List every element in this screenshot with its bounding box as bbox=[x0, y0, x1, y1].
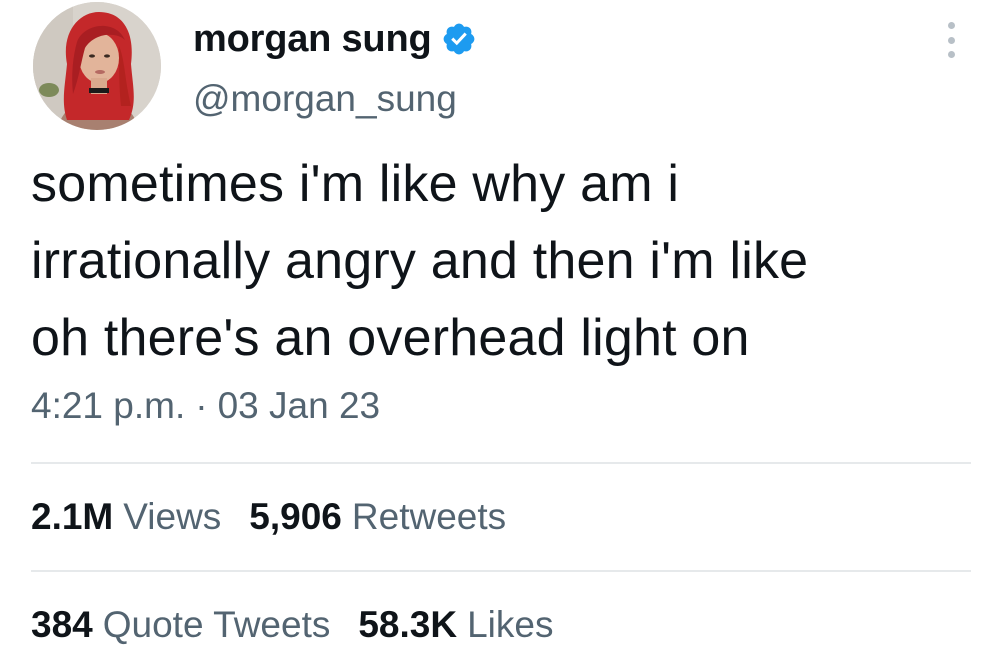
stats-row-quotes-likes: 384 Quote Tweets 58.3K Likes bbox=[31, 604, 581, 646]
likes-stat[interactable]: 58.3K Likes bbox=[358, 604, 553, 646]
avatar-image bbox=[33, 2, 161, 130]
views-stat: 2.1M Views bbox=[31, 496, 221, 538]
tweet-text-line: sometimes i'm like why am i bbox=[31, 155, 680, 213]
quote-tweets-label: Quote Tweets bbox=[102, 604, 331, 645]
tweet-card: morgan sung @morgan_sung sometimes i'm l… bbox=[0, 0, 1000, 667]
timestamp-separator: · bbox=[195, 385, 208, 426]
tweet-date: 03 Jan 23 bbox=[217, 385, 381, 426]
verified-badge-icon bbox=[441, 21, 477, 57]
author-avatar[interactable] bbox=[33, 2, 161, 130]
author-handle[interactable]: @morgan_sung bbox=[193, 78, 457, 120]
quote-tweets-stat[interactable]: 384 Quote Tweets bbox=[31, 604, 330, 646]
stats-row-views-retweets: 2.1M Views 5,906 Retweets bbox=[31, 496, 534, 538]
more-options-icon[interactable] bbox=[940, 22, 962, 58]
views-label: Views bbox=[123, 496, 222, 537]
tweet-time: 4:21 p.m. bbox=[31, 385, 186, 426]
divider bbox=[31, 462, 971, 464]
views-count: 2.1M bbox=[31, 496, 114, 537]
divider bbox=[31, 570, 971, 572]
more-dot bbox=[947, 36, 955, 44]
retweets-stat[interactable]: 5,906 Retweets bbox=[249, 496, 506, 538]
tweet-text: sometimes i'm like why am i irrationally… bbox=[31, 146, 971, 377]
quote-tweets-count: 384 bbox=[31, 604, 93, 645]
retweets-count: 5,906 bbox=[249, 496, 342, 537]
tweet-timestamp[interactable]: 4:21 p.m. · 03 Jan 23 bbox=[31, 385, 380, 427]
more-dot bbox=[947, 22, 955, 29]
tweet-text-line: oh there's an overhead light on bbox=[31, 309, 750, 367]
more-dot bbox=[947, 51, 955, 58]
tweet-text-line: irrationally angry and then i'm like bbox=[31, 232, 809, 290]
retweets-label: Retweets bbox=[351, 496, 507, 537]
author-display-name[interactable]: morgan sung bbox=[193, 18, 432, 61]
likes-count: 58.3K bbox=[358, 604, 458, 645]
likes-label: Likes bbox=[467, 604, 554, 645]
author-name-row: morgan sung bbox=[193, 12, 477, 66]
